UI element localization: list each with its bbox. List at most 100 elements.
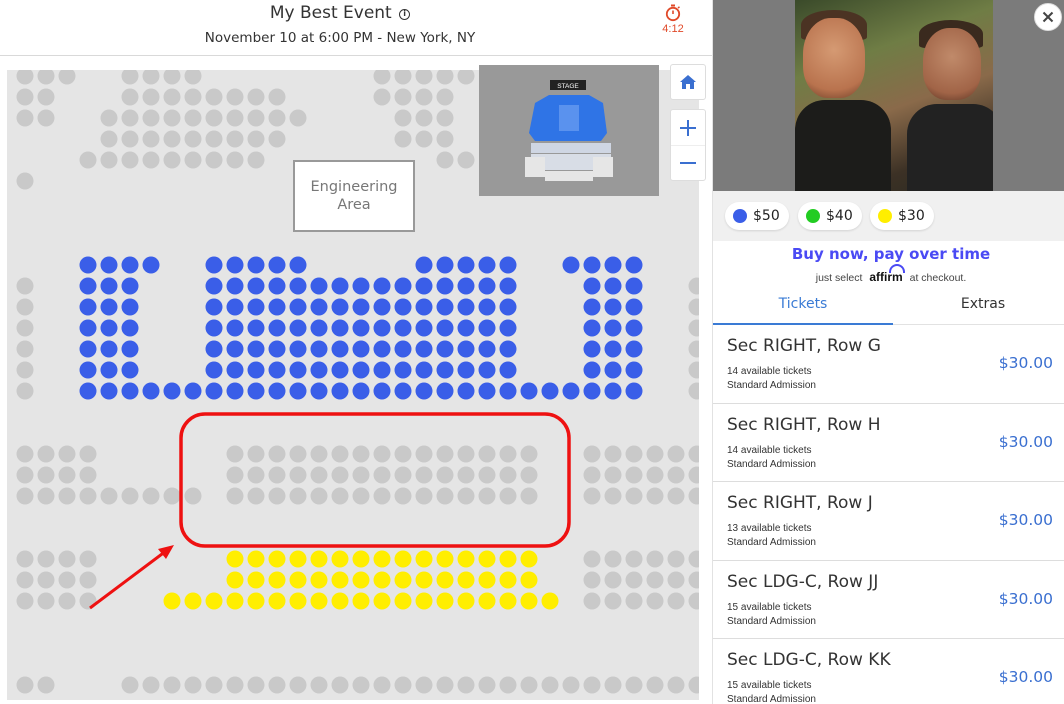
seat-available-30[interactable] (268, 550, 286, 568)
seat-available-50[interactable] (268, 361, 286, 379)
seat-available-50[interactable] (289, 277, 307, 295)
seat-available-50[interactable] (394, 319, 412, 337)
seat-available-50[interactable] (100, 277, 118, 295)
seat-available-50[interactable] (415, 298, 433, 316)
seat-available-50[interactable] (121, 340, 139, 358)
seat-available-50[interactable] (583, 277, 601, 295)
seat-available-50[interactable] (604, 256, 622, 274)
seat-available-50[interactable] (247, 382, 265, 400)
seat-available-50[interactable] (205, 319, 223, 337)
seat-available-50[interactable] (310, 277, 328, 295)
seat-available-50[interactable] (79, 319, 97, 337)
seat-available-50[interactable] (352, 319, 370, 337)
seat-available-50[interactable] (184, 382, 202, 400)
seat-available-50[interactable] (457, 319, 475, 337)
seat-available-50[interactable] (268, 256, 286, 274)
seat-available-50[interactable] (457, 256, 475, 274)
seat-available-50[interactable] (478, 256, 496, 274)
seat-available-50[interactable] (226, 382, 244, 400)
seat-available-50[interactable] (289, 256, 307, 274)
info-icon[interactable]: i (399, 9, 411, 20)
seat-available-50[interactable] (331, 382, 349, 400)
seat-available-30[interactable] (520, 571, 538, 589)
seat-available-50[interactable] (226, 340, 244, 358)
seat-available-50[interactable] (499, 382, 517, 400)
seat-available-50[interactable] (100, 319, 118, 337)
seat-available-50[interactable] (142, 382, 160, 400)
seat-available-50[interactable] (268, 298, 286, 316)
seat-available-50[interactable] (121, 319, 139, 337)
seat-available-30[interactable] (499, 592, 517, 610)
seat-available-30[interactable] (247, 571, 265, 589)
seat-available-50[interactable] (205, 256, 223, 274)
affirm-promo-title[interactable]: Buy now, pay over time (713, 245, 1064, 263)
seat-available-50[interactable] (394, 298, 412, 316)
seat-available-50[interactable] (604, 340, 622, 358)
seat-available-30[interactable] (373, 592, 391, 610)
seat-available-30[interactable] (331, 550, 349, 568)
seat-available-30[interactable] (499, 571, 517, 589)
seat-available-50[interactable] (625, 256, 643, 274)
seat-available-50[interactable] (499, 319, 517, 337)
seat-available-50[interactable] (478, 298, 496, 316)
seat-available-30[interactable] (226, 592, 244, 610)
seat-available-50[interactable] (604, 319, 622, 337)
seat-available-30[interactable] (226, 550, 244, 568)
seat-available-30[interactable] (478, 592, 496, 610)
seat-available-50[interactable] (457, 361, 475, 379)
seat-available-50[interactable] (289, 298, 307, 316)
seat-available-50[interactable] (268, 340, 286, 358)
seat-available-30[interactable] (478, 550, 496, 568)
seat-available-50[interactable] (121, 298, 139, 316)
seat-available-50[interactable] (100, 361, 118, 379)
seat-available-50[interactable] (163, 382, 181, 400)
seat-available-50[interactable] (352, 361, 370, 379)
seat-available-50[interactable] (541, 382, 559, 400)
seat-available-50[interactable] (310, 361, 328, 379)
seat-available-50[interactable] (373, 319, 391, 337)
seat-available-30[interactable] (394, 550, 412, 568)
seat-available-50[interactable] (625, 340, 643, 358)
seat-available-50[interactable] (121, 256, 139, 274)
seat-available-50[interactable] (415, 277, 433, 295)
seat-available-30[interactable] (394, 592, 412, 610)
seat-available-50[interactable] (331, 319, 349, 337)
seat-available-30[interactable] (499, 550, 517, 568)
seat-available-50[interactable] (583, 361, 601, 379)
seat-available-50[interactable] (415, 256, 433, 274)
seat-available-30[interactable] (310, 550, 328, 568)
seat-available-50[interactable] (205, 361, 223, 379)
seat-available-50[interactable] (499, 340, 517, 358)
seat-available-50[interactable] (79, 256, 97, 274)
seat-available-30[interactable] (226, 571, 244, 589)
seat-available-50[interactable] (352, 340, 370, 358)
seat-available-50[interactable] (268, 319, 286, 337)
seat-available-30[interactable] (436, 592, 454, 610)
seat-available-50[interactable] (478, 277, 496, 295)
seat-available-50[interactable] (520, 382, 538, 400)
seat-available-30[interactable] (457, 592, 475, 610)
seat-available-50[interactable] (415, 319, 433, 337)
seat-available-50[interactable] (121, 382, 139, 400)
seat-available-30[interactable] (289, 571, 307, 589)
seat-available-50[interactable] (583, 298, 601, 316)
seat-available-30[interactable] (394, 571, 412, 589)
seat-available-50[interactable] (478, 382, 496, 400)
seat-available-50[interactable] (625, 298, 643, 316)
seat-available-50[interactable] (226, 256, 244, 274)
seat-available-50[interactable] (604, 382, 622, 400)
seat-available-50[interactable] (457, 298, 475, 316)
seat-available-30[interactable] (478, 571, 496, 589)
seat-available-50[interactable] (583, 340, 601, 358)
seat-available-50[interactable] (310, 382, 328, 400)
legend-chip-40[interactable]: $40 (798, 202, 862, 230)
zoom-out-button[interactable] (671, 145, 705, 180)
seat-available-50[interactable] (268, 277, 286, 295)
seat-available-50[interactable] (373, 361, 391, 379)
seat-available-30[interactable] (247, 550, 265, 568)
seat-available-30[interactable] (373, 571, 391, 589)
ticket-list-item[interactable]: Sec LDG-C, Row JJ 15 available tickets S… (713, 561, 1064, 639)
zoom-in-button[interactable] (671, 110, 705, 145)
seat-available-30[interactable] (457, 571, 475, 589)
seat-available-50[interactable] (373, 340, 391, 358)
